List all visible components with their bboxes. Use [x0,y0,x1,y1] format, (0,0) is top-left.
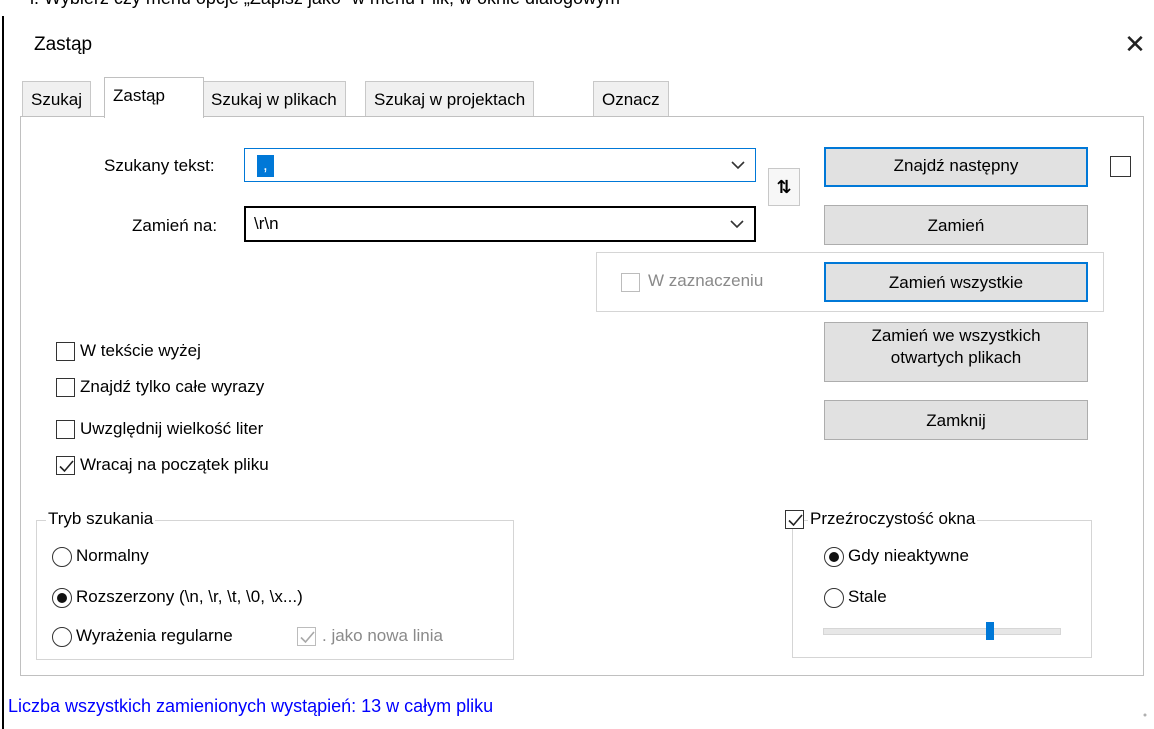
replace-all-open-files-button[interactable]: Zamień we wszystkich otwartych plikach [824,322,1088,382]
replace-label: Zamień na: [132,216,218,235]
checkmark-icon [788,514,803,527]
tab-replace[interactable]: Zastąp [104,77,204,118]
dot-newline-checkbox[interactable] [297,627,316,646]
find-value: , [257,155,274,177]
option-checkbox[interactable] [56,342,75,361]
mode-extended-label: Rozszerzony (\n, \r, \t, \0, \x...) [76,587,303,606]
in-selection-label: W zaznaczeniu [648,271,764,290]
option-checkbox[interactable] [56,378,75,397]
close-icon[interactable]: ✕ [1120,26,1150,62]
radio-extended[interactable] [52,588,72,608]
chevron-down-icon[interactable] [726,212,748,236]
find-next-button[interactable]: Znajdź następny [824,147,1088,187]
tab-find-in-files[interactable]: Szukaj w plikach [202,81,346,117]
always-label: Stale [848,587,887,606]
checkmark-icon [59,460,74,473]
option-whole-words-label: Znajdź tylko całe wyrazy [80,377,265,396]
find-combo[interactable]: , [244,148,756,182]
background-document-text: i. Wybierz czy menu opcje „Zapisz jako” … [30,0,620,9]
transparency-slider-thumb[interactable] [985,622,994,640]
mode-regex-label: Wyrażenia regularne [76,626,233,645]
replace-value: \r\n [254,214,279,233]
radio-when-inactive[interactable] [824,547,844,567]
background-document-strip: i. Wybierz czy menu opcje „Zapisz jako” … [0,0,1154,14]
find-next-option-checkbox[interactable] [1110,156,1131,177]
replace-combo[interactable]: \r\n [244,206,756,242]
resize-grip-icon[interactable] [1142,712,1148,718]
option-search-backward-label: W tekście wyżej [80,341,201,360]
tab-mark[interactable]: Oznacz [593,81,669,117]
tab-find-in-projects[interactable]: Szukaj w projektach [365,81,535,117]
swap-fields-button[interactable]: ⇅ [768,168,800,206]
option-match-case-label: Uwzględnij wielkość liter [80,419,264,438]
transparency-label: Przeźroczystość okna [808,509,978,529]
option-checkbox[interactable] [56,420,75,439]
in-selection-checkbox[interactable] [621,273,640,292]
dot-newline-label: . jako nowa linia [322,626,443,645]
chevron-down-icon[interactable] [727,153,749,177]
option-checkbox[interactable] [56,456,75,475]
checkmark-icon [300,631,315,644]
window-title: Zastąp [34,34,93,55]
option-wrap-around-label: Wracaj na początek pliku [80,455,269,474]
status-text: Liczba wszystkich zamienionych wystąpień… [8,696,494,716]
search-mode-legend: Tryb szukania [46,509,156,529]
replace-all-open-line2: otwartych plikach [890,348,1022,367]
window-left-border [2,16,4,729]
replace-all-button[interactable]: Zamień wszystkie [824,262,1088,302]
when-inactive-label: Gdy nieaktywne [848,546,969,565]
mode-normal-label: Normalny [76,546,149,565]
transparency-checkbox[interactable] [785,510,804,529]
close-button[interactable]: Zamknij [824,400,1088,440]
swap-arrows-icon: ⇅ [776,177,792,197]
replace-all-open-line1: Zamień we wszystkich [871,326,1041,345]
radio-regex[interactable] [52,627,72,647]
radio-normal[interactable] [52,547,72,567]
replace-button[interactable]: Zamień [824,205,1088,245]
tab-find[interactable]: Szukaj [22,81,92,117]
find-label: Szukany tekst: [104,156,215,175]
transparency-slider-track[interactable] [823,628,1061,635]
radio-always[interactable] [824,588,844,608]
